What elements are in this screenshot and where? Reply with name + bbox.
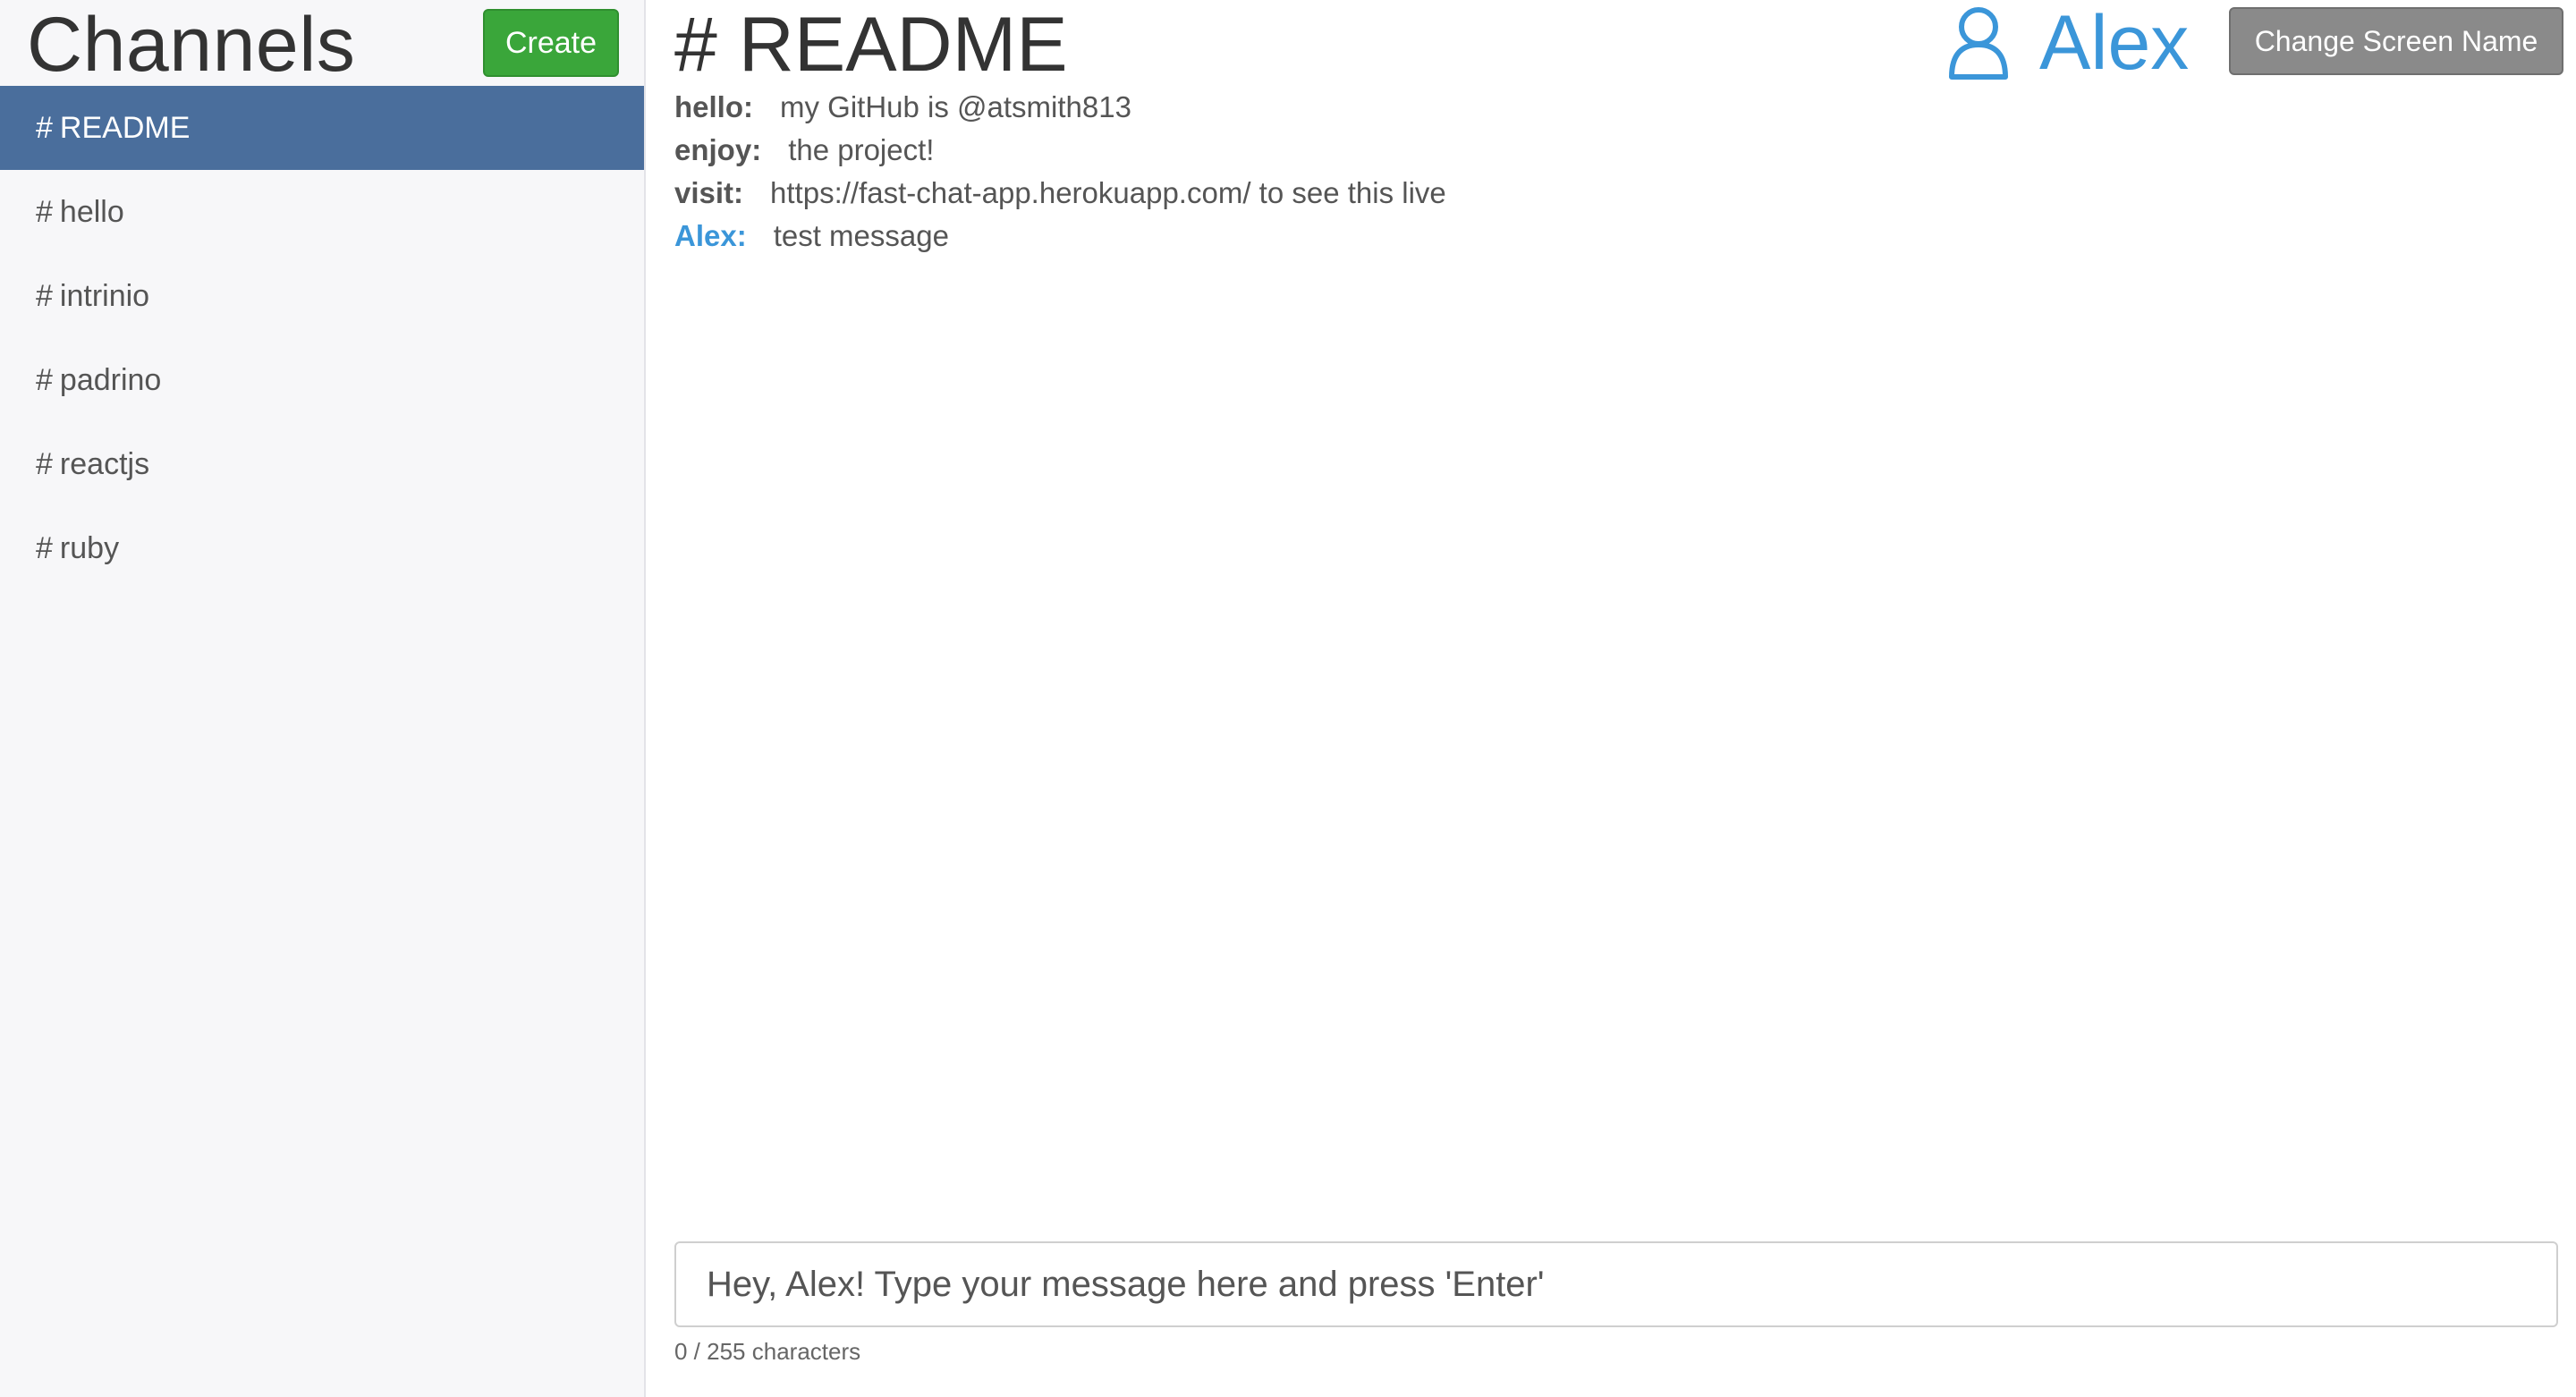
message-text: test message: [773, 219, 949, 252]
channel-item-hello[interactable]: # hello: [0, 170, 644, 254]
message-author: enjoy:: [674, 133, 762, 166]
channel-name: ruby: [59, 531, 120, 565]
channel-name: intrinio: [59, 279, 150, 313]
channel-name: hello: [59, 195, 124, 229]
message-input[interactable]: [676, 1243, 2556, 1325]
message: Alex: test message: [674, 215, 2576, 258]
channel-title: # README: [674, 2, 1068, 88]
channel-sidebar: Channels Create # README # hello # intrinio…: [0, 0, 646, 1397]
channel-hash: #: [36, 447, 53, 481]
channel-name: README: [59, 111, 191, 145]
message: enjoy: the project!: [674, 129, 2576, 172]
message-list: hello: my GitHub is @atsmith813 enjoy: the…: [674, 86, 2576, 258]
channel-list: # README # hello # intrinio # padrino # react…: [0, 86, 644, 590]
create-channel-button[interactable]: Create: [483, 9, 619, 77]
character-counter: 0 / 255 characters: [674, 1338, 861, 1365]
message-author: Alex:: [674, 219, 747, 252]
message-text: the project!: [788, 133, 935, 166]
channel-name: reactjs: [59, 447, 150, 481]
chat-main: # README Alex Change Screen Name hello: m…: [648, 0, 2576, 1397]
channel-item-padrino[interactable]: # padrino: [0, 338, 644, 422]
user-name: Alex: [2039, 0, 2190, 86]
message-composer: [674, 1241, 2558, 1327]
user-icon: [1949, 7, 2008, 80]
sidebar-header: Channels Create: [0, 0, 644, 88]
change-screen-name-button[interactable]: Change Screen Name: [2229, 7, 2563, 75]
message: hello: my GitHub is @atsmith813: [674, 86, 2576, 129]
channel-hash: #: [36, 195, 53, 229]
channel-hash: #: [36, 363, 53, 397]
message: visit: https://fast-chat-app.herokuapp.co…: [674, 172, 2576, 215]
channel-item-ruby[interactable]: # ruby: [0, 506, 644, 590]
current-user: Alex: [1945, 0, 2189, 86]
channel-hash: #: [36, 279, 53, 313]
channel-item-intrinio[interactable]: # intrinio: [0, 254, 644, 338]
channel-hash: #: [36, 531, 53, 565]
channel-name: padrino: [59, 363, 162, 397]
chat-app: Channels Create # README # hello # intrinio…: [0, 0, 2576, 1397]
message-text: my GitHub is @atsmith813: [780, 90, 1131, 123]
channel-item-reactjs[interactable]: # reactjs: [0, 422, 644, 506]
message-author: hello:: [674, 90, 753, 123]
sidebar-title: Channels: [27, 2, 356, 88]
channel-hash: #: [36, 111, 53, 145]
message-author: visit:: [674, 176, 744, 209]
channel-item-readme[interactable]: # README: [0, 86, 644, 170]
message-text: https://fast-chat-app.herokuapp.com/ to …: [770, 176, 1446, 209]
